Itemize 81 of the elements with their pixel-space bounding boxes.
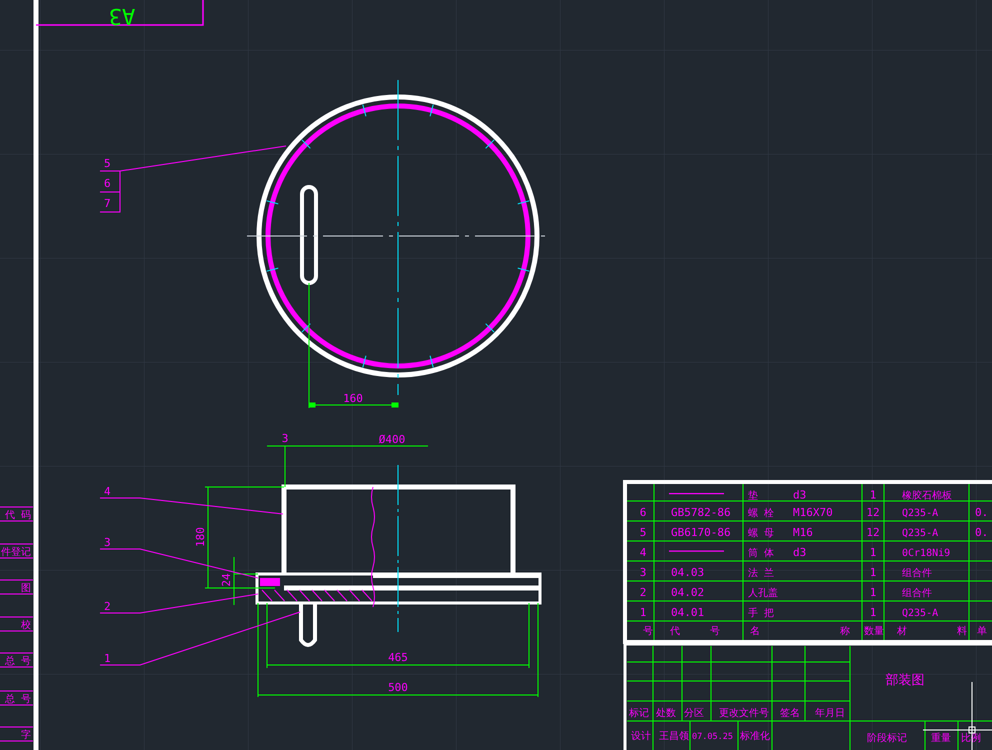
column-header: 单 xyxy=(977,626,987,637)
table-cell: 04.02 xyxy=(671,586,704,599)
table-cell: 1 xyxy=(870,606,876,619)
table-cell: 人孔盖 xyxy=(748,588,778,599)
dimension-text: 160 xyxy=(343,392,363,405)
table-cell: d3 xyxy=(793,546,806,559)
table-cell: 4 xyxy=(640,546,646,559)
table-cell: 6 xyxy=(640,506,646,519)
table-cell: 垫 xyxy=(748,490,758,502)
table-cell: d3 xyxy=(793,488,806,502)
table-cell: 法 兰 xyxy=(748,568,774,579)
column-header: 签名 xyxy=(780,708,800,719)
table-cell: 王昌领 xyxy=(659,731,689,742)
column-header: 阶段标记 xyxy=(867,733,907,744)
dimension-text: Ø400 xyxy=(378,433,406,446)
table-cell: 筒 体 xyxy=(748,548,774,559)
table-cell: 1 xyxy=(870,586,876,599)
table-cell: 3 xyxy=(640,566,646,579)
table-cell: 设计 xyxy=(631,731,651,742)
table-cell: Q235-A xyxy=(902,528,938,539)
sheet-size-label: A3 xyxy=(108,3,136,28)
strip-label: 校 xyxy=(21,620,31,631)
dimension-text: 180 xyxy=(194,527,207,547)
column-header: 处数 xyxy=(656,708,676,719)
table-cell: 0Cr18Ni9 xyxy=(902,548,950,559)
crosshair-cursor xyxy=(922,682,992,750)
table-cell: 12 xyxy=(866,526,880,539)
dimension-text: 465 xyxy=(388,651,408,664)
column-header: 号 xyxy=(643,626,653,637)
table-cell: Q235-A xyxy=(902,508,938,519)
strip-label: 字 xyxy=(21,730,31,741)
callout-number: 3 xyxy=(104,536,111,549)
table-cell: M16 xyxy=(793,526,813,539)
dimension-text: 24 xyxy=(220,573,233,587)
table-cell: 07.05.25 xyxy=(692,732,733,742)
table-cell: 2 xyxy=(640,586,646,599)
strip-label: 总 号 xyxy=(4,694,31,705)
callout-number: 6 xyxy=(104,177,111,190)
column-header: 材 料 xyxy=(897,626,967,637)
column-header: 年月日 xyxy=(815,708,845,719)
table-cell: 1 xyxy=(870,488,876,502)
column-header: 代 号 xyxy=(670,626,720,637)
table-cell: 橡胶石棉板 xyxy=(902,490,952,502)
strip-label: 件登记 xyxy=(1,547,31,558)
drawing-title: 部装图 xyxy=(886,673,924,688)
table-cell: 1 xyxy=(870,546,876,559)
table-cell: 04.01 xyxy=(671,606,704,619)
table-cell: 12 xyxy=(866,506,880,519)
strip-label: 代 码 xyxy=(4,510,31,521)
table-cell: 5 xyxy=(640,526,646,539)
table-cell: M16X70 xyxy=(793,506,833,519)
column-header: 更改文件号 xyxy=(719,708,769,719)
table-cell: 螺 栓 xyxy=(748,508,774,519)
callout-number: 7 xyxy=(104,197,111,210)
table-cell: 组合件 xyxy=(902,588,932,599)
table-cell: GB5782-86 xyxy=(671,506,731,519)
table-cell: Q235-A xyxy=(902,608,938,619)
table-cell: 0. xyxy=(975,506,988,519)
column-header: 标记 xyxy=(629,708,649,719)
table-cell: 标准化 xyxy=(740,731,770,742)
callout-number: 1 xyxy=(104,652,111,665)
dimension-text: 3 xyxy=(282,432,288,445)
callout-number: 2 xyxy=(104,600,111,613)
table-cell: 04.03 xyxy=(671,566,704,579)
dimension-text: 500 xyxy=(388,681,408,694)
callout-number: 5 xyxy=(104,157,111,170)
callout-number: 4 xyxy=(104,485,111,498)
column-header: 名 称 xyxy=(750,626,850,637)
table-cell: 1 xyxy=(640,606,646,619)
strip-label: 总 号 xyxy=(4,656,31,667)
table-cell: 螺 母 xyxy=(748,528,774,539)
column-header: 分区 xyxy=(684,708,704,719)
table-cell: 1 xyxy=(870,566,876,579)
column-header: 重量 xyxy=(931,733,951,744)
callout-box xyxy=(100,170,120,212)
table-cell: 手 把 xyxy=(748,608,774,619)
strip-label: 图 xyxy=(21,583,31,594)
table-cell: 组合件 xyxy=(902,568,932,579)
table-cell: GB6170-86 xyxy=(671,526,731,539)
column-header: 数量 xyxy=(864,626,884,637)
table-cell: 0. xyxy=(975,526,988,539)
